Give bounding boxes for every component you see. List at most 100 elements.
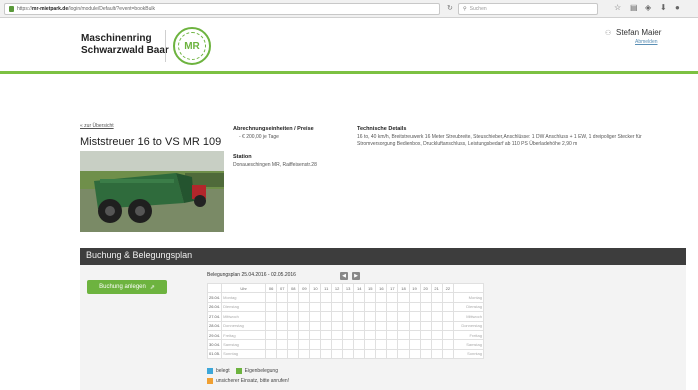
grid-slot[interactable] <box>441 348 455 360</box>
grid-slot[interactable] <box>265 339 278 350</box>
grid-slot[interactable] <box>320 348 333 360</box>
grid-slot[interactable] <box>353 339 366 350</box>
grid-slot[interactable] <box>353 301 366 313</box>
grid-slot[interactable] <box>397 339 410 350</box>
grid-slot[interactable] <box>364 292 377 303</box>
mr-logo[interactable]: MR <box>173 27 211 65</box>
bookmarks-icon[interactable]: ▤ <box>630 3 638 12</box>
grid-slot[interactable] <box>397 329 410 341</box>
grid-slot[interactable] <box>419 292 432 303</box>
pocket-icon[interactable]: ◈ <box>645 3 651 12</box>
grid-slot[interactable] <box>430 320 443 331</box>
grid-slot[interactable] <box>364 348 377 360</box>
grid-slot[interactable] <box>419 311 432 322</box>
grid-slot[interactable] <box>265 329 278 341</box>
grid-slot[interactable] <box>419 320 432 331</box>
grid-slot[interactable] <box>375 339 388 350</box>
grid-slot[interactable] <box>309 292 322 303</box>
grid-slot[interactable] <box>265 301 278 313</box>
download-icon[interactable]: ⬇ <box>660 3 667 12</box>
grid-slot[interactable] <box>386 320 399 331</box>
grid-slot[interactable] <box>441 292 455 303</box>
grid-slot[interactable] <box>441 329 455 341</box>
grid-slot[interactable] <box>309 339 322 350</box>
grid-slot[interactable] <box>430 339 443 350</box>
grid-slot[interactable] <box>375 348 388 360</box>
grid-slot[interactable] <box>287 339 300 350</box>
grid-slot[interactable] <box>419 329 432 341</box>
grid-slot[interactable] <box>298 339 311 350</box>
grid-slot[interactable] <box>397 348 410 360</box>
grid-slot[interactable] <box>408 339 421 350</box>
grid-slot[interactable] <box>265 292 278 303</box>
create-booking-button[interactable]: Buchung anlegen ⇗ <box>87 280 167 294</box>
grid-slot[interactable] <box>331 329 344 341</box>
grid-slot[interactable] <box>430 329 443 341</box>
grid-slot[interactable] <box>375 311 388 322</box>
grid-slot[interactable] <box>331 311 344 322</box>
grid-slot[interactable] <box>287 311 300 322</box>
grid-slot[interactable] <box>265 348 278 360</box>
grid-slot[interactable] <box>342 311 355 322</box>
grid-slot[interactable] <box>364 339 377 350</box>
logout-link[interactable]: Abmelden <box>635 39 658 45</box>
grid-slot[interactable] <box>309 329 322 341</box>
grid-slot[interactable] <box>320 320 333 331</box>
brand-name[interactable]: Maschinenring Schwarzwald Baar <box>81 33 169 57</box>
grid-slot[interactable] <box>364 329 377 341</box>
reload-icon[interactable]: ↻ <box>447 4 453 12</box>
grid-slot[interactable] <box>342 348 355 360</box>
grid-slot[interactable] <box>287 329 300 341</box>
grid-slot[interactable] <box>419 301 432 313</box>
grid-slot[interactable] <box>386 311 399 322</box>
grid-slot[interactable] <box>276 301 289 313</box>
grid-slot[interactable] <box>309 320 322 331</box>
prev-week-button[interactable]: ◀ <box>340 272 348 280</box>
grid-slot[interactable] <box>430 311 443 322</box>
grid-slot[interactable] <box>408 301 421 313</box>
grid-slot[interactable] <box>276 292 289 303</box>
address-bar[interactable]: https:// mr-mietpark.de /login/module/De… <box>4 3 440 15</box>
back-to-overview-link[interactable]: « zur Übersicht <box>80 123 114 129</box>
grid-slot[interactable] <box>320 311 333 322</box>
grid-slot[interactable] <box>342 292 355 303</box>
grid-slot[interactable] <box>353 292 366 303</box>
grid-slot[interactable] <box>309 348 322 360</box>
grid-slot[interactable] <box>298 329 311 341</box>
grid-slot[interactable] <box>309 301 322 313</box>
grid-slot[interactable] <box>287 348 300 360</box>
grid-slot[interactable] <box>320 329 333 341</box>
grid-slot[interactable] <box>309 311 322 322</box>
grid-slot[interactable] <box>287 292 300 303</box>
grid-slot[interactable] <box>342 339 355 350</box>
grid-slot[interactable] <box>331 339 344 350</box>
grid-slot[interactable] <box>408 311 421 322</box>
grid-slot[interactable] <box>353 311 366 322</box>
grid-slot[interactable] <box>386 292 399 303</box>
browser-search-input[interactable]: ⚲ Suchen <box>458 3 598 15</box>
grid-slot[interactable] <box>408 348 421 360</box>
grid-slot[interactable] <box>298 320 311 331</box>
grid-slot[interactable] <box>386 339 399 350</box>
grid-slot[interactable] <box>276 329 289 341</box>
grid-slot[interactable] <box>298 301 311 313</box>
grid-slot[interactable] <box>342 329 355 341</box>
grid-slot[interactable] <box>441 320 455 331</box>
grid-slot[interactable] <box>441 301 455 313</box>
grid-slot[interactable] <box>287 301 300 313</box>
grid-slot[interactable] <box>331 292 344 303</box>
grid-slot[interactable] <box>320 301 333 313</box>
grid-slot[interactable] <box>375 292 388 303</box>
menu-icon[interactable]: ● <box>675 3 680 12</box>
grid-slot[interactable] <box>265 311 278 322</box>
grid-slot[interactable] <box>419 339 432 350</box>
grid-slot[interactable] <box>364 320 377 331</box>
grid-slot[interactable] <box>419 348 432 360</box>
grid-slot[interactable] <box>375 329 388 341</box>
grid-slot[interactable] <box>353 329 366 341</box>
grid-slot[interactable] <box>408 329 421 341</box>
grid-slot[interactable] <box>265 320 278 331</box>
grid-slot[interactable] <box>386 329 399 341</box>
grid-slot[interactable] <box>397 311 410 322</box>
grid-slot[interactable] <box>386 301 399 313</box>
